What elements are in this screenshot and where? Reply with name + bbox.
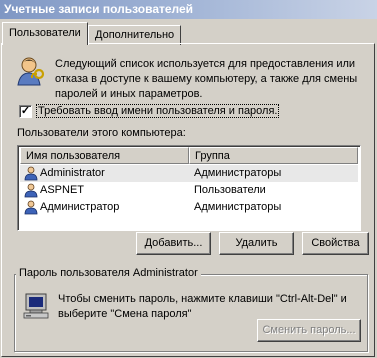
users-list-label: Пользователи этого компьютера: <box>17 127 186 139</box>
password-group-legend: Пароль пользователя Administrator <box>16 267 201 279</box>
require-login-checkbox[interactable]: ✓ <box>19 105 32 118</box>
add-user-button[interactable]: Добавить... <box>136 232 211 255</box>
user-row-aspnet[interactable]: ASPNET Пользователи <box>20 182 358 199</box>
change-password-button[interactable]: Сменить пароль... <box>257 319 361 342</box>
properties-button[interactable]: Свойства <box>302 232 369 255</box>
tab-strip: Пользователи Дополнительно <box>0 22 377 45</box>
tab-advanced[interactable]: Дополнительно <box>88 25 181 45</box>
require-login-label[interactable]: Требовать ввод имени пользователя и паро… <box>35 104 280 118</box>
tab-panel-users: Следующий список используется для предос… <box>1 43 375 357</box>
password-instructions: Чтобы сменить пароль, нажмите клавиши "C… <box>58 293 347 320</box>
column-header-username[interactable]: Имя пользователя <box>20 147 189 164</box>
computer-icon <box>23 293 49 319</box>
users-list[interactable]: Имя пользователя Группа Administrator Ад… <box>17 145 361 231</box>
user-icon <box>24 200 38 215</box>
user-icon <box>24 166 38 181</box>
info-text: Следующий список используется для предос… <box>55 58 358 100</box>
column-header-group[interactable]: Группа <box>189 147 358 164</box>
user-name: ASPNET <box>40 184 85 196</box>
user-name: Администратор <box>40 201 120 213</box>
user-row-administrator[interactable]: Administrator Администраторы <box>20 165 358 182</box>
user-group: Администраторы <box>194 167 282 179</box>
user-group: Пользователи <box>194 184 266 196</box>
user-icon <box>24 183 38 198</box>
tab-users[interactable]: Пользователи <box>2 22 88 45</box>
user-row-administrator-ru[interactable]: Администратор Администраторы <box>20 199 358 216</box>
user-group: Администраторы <box>194 201 282 213</box>
users-key-icon <box>17 57 45 86</box>
window-title: Учетные записи пользователей <box>0 0 377 19</box>
remove-user-button[interactable]: Удалить <box>219 232 294 255</box>
user-name: Administrator <box>40 167 105 179</box>
